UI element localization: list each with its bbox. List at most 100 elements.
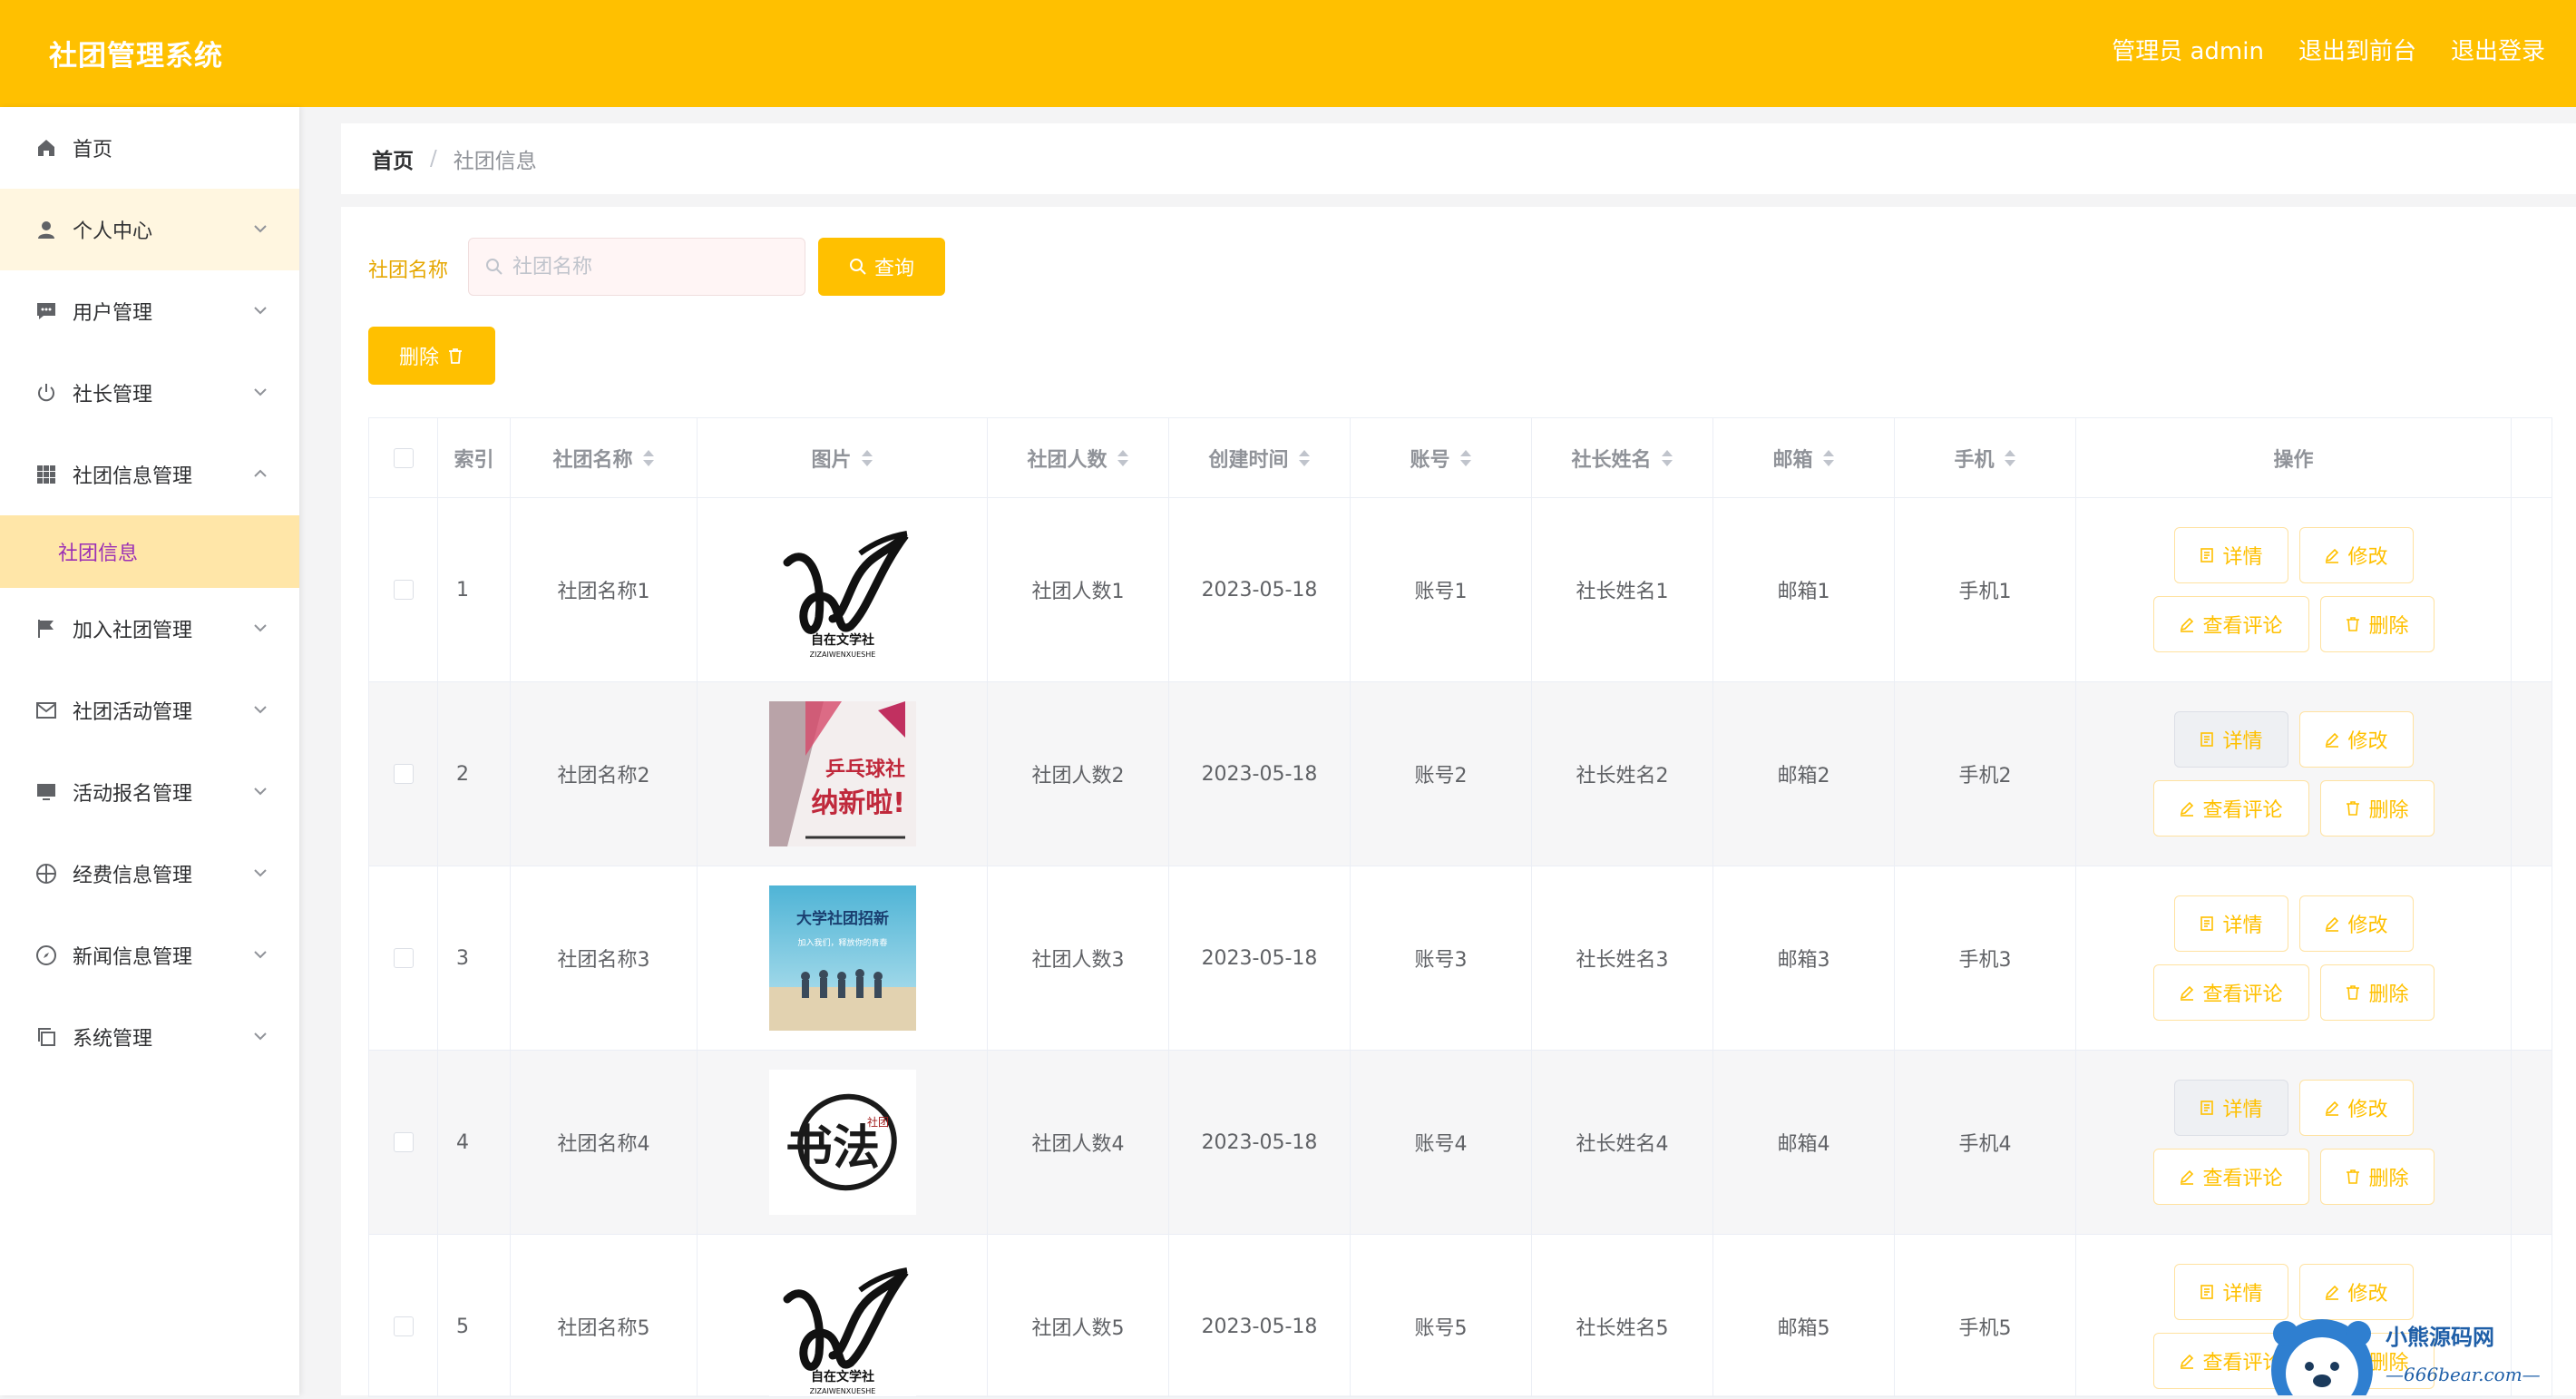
- search-field[interactable]: [468, 238, 805, 296]
- sidebar-subitem-club-info[interactable]: 社团信息: [0, 515, 299, 588]
- sidebar-item-system-management[interactable]: 系统管理: [0, 996, 299, 1078]
- column-header[interactable]: 创建时间: [1169, 418, 1351, 498]
- app-title: 社团管理系统: [49, 40, 223, 73]
- view-comments-button[interactable]: 查看评论: [2152, 780, 2309, 836]
- column-header[interactable]: 邮箱: [1713, 418, 1895, 498]
- detail-button[interactable]: 详情: [2173, 527, 2288, 583]
- home-icon: [34, 136, 58, 160]
- club-image[interactable]: 自在文学社 ZIZAIWENXUESHE: [768, 1254, 916, 1396]
- edit-label: 修改: [2347, 1099, 2388, 1121]
- column-header[interactable]: 图片: [698, 418, 988, 498]
- watermark-url: —666bear.com—: [2386, 1364, 2541, 1385]
- search-input[interactable]: [512, 255, 785, 279]
- image-cell: 书法 社团: [698, 1051, 988, 1234]
- sidebar-item-personal-center[interactable]: 个人中心: [0, 189, 299, 270]
- view-comments-label: 查看评论: [2202, 615, 2283, 638]
- leader-cell: 社长姓名4: [1532, 1051, 1713, 1234]
- delete-row-button[interactable]: 删除: [2319, 596, 2435, 652]
- column-header-label: 创建时间: [1208, 449, 1289, 472]
- detail-button[interactable]: 详情: [2173, 711, 2288, 768]
- sidebar-item-club-info-management[interactable]: 社团信息管理: [0, 434, 299, 515]
- search-button[interactable]: 查询: [818, 238, 945, 296]
- club-image[interactable]: 大学社团招新 加入我们，释放你的青春: [768, 885, 916, 1031]
- sidebar-item-home[interactable]: 首页: [0, 107, 299, 189]
- row-checkbox[interactable]: [393, 1316, 414, 1336]
- sidebar-item-label: 社长管理: [73, 384, 153, 406]
- edit-label: 修改: [2347, 915, 2388, 937]
- breadcrumb-home[interactable]: 首页: [372, 143, 414, 174]
- sidebar-item-club-activity-management[interactable]: 社团活动管理: [0, 670, 299, 751]
- edit-button[interactable]: 修改: [2298, 711, 2414, 768]
- row-checkbox[interactable]: [393, 764, 414, 784]
- exit-to-front-link[interactable]: 退出到前台: [2298, 33, 2416, 66]
- monitor-icon: [34, 780, 58, 804]
- detail-button[interactable]: 详情: [2173, 1264, 2288, 1320]
- sidebar-item-activity-signup-management[interactable]: 活动报名管理: [0, 751, 299, 833]
- delete-label: 删除: [2368, 799, 2409, 822]
- count-cell: 社团人数2: [988, 682, 1169, 866]
- select-all-checkbox[interactable]: [393, 448, 414, 468]
- account-cell: 账号1: [1351, 498, 1532, 681]
- sidebar-item-join-club-management[interactable]: 加入社团管理: [0, 588, 299, 670]
- delete-label: 删除: [2368, 615, 2409, 638]
- delete-label: 删除: [2368, 983, 2409, 1006]
- row-checkbox[interactable]: [393, 1132, 414, 1152]
- edit-button[interactable]: 修改: [2298, 1080, 2414, 1136]
- search-button-label: 查询: [873, 258, 914, 280]
- aperture-icon: [34, 862, 58, 885]
- column-header[interactable]: 社团名称: [511, 418, 698, 498]
- row-checkbox[interactable]: [393, 580, 414, 600]
- bulk-delete-button[interactable]: 删除: [368, 327, 495, 385]
- watermark: 小熊源码网 —666bear.com—: [2259, 1314, 2576, 1399]
- delete-row-button[interactable]: 删除: [2319, 964, 2435, 1021]
- email-cell: 邮箱2: [1713, 682, 1895, 866]
- club-image[interactable]: 自在文学社 ZIZAIWENXUESHE: [768, 517, 916, 662]
- view-comments-label: 查看评论: [2202, 983, 2283, 1006]
- view-comments-button[interactable]: 查看评论: [2152, 596, 2309, 652]
- column-header[interactable]: 账号: [1351, 418, 1532, 498]
- sort-icon[interactable]: [642, 449, 655, 467]
- index-cell: 2: [438, 682, 511, 866]
- edit-button[interactable]: 修改: [2298, 1264, 2414, 1320]
- sort-icon[interactable]: [1661, 449, 1673, 467]
- logout-link[interactable]: 退出登录: [2451, 33, 2545, 66]
- sidebar-item-news-management[interactable]: 新闻信息管理: [0, 915, 299, 996]
- image-cell: 自在文学社 ZIZAIWENXUESHE: [698, 1235, 988, 1396]
- sort-icon[interactable]: [2004, 449, 2016, 467]
- column-header[interactable]: 手机: [1895, 418, 2076, 498]
- detail-button[interactable]: 详情: [2173, 895, 2288, 952]
- delete-row-button[interactable]: 删除: [2319, 1149, 2435, 1205]
- sidebar-item-president-management[interactable]: 社长管理: [0, 352, 299, 434]
- club-image[interactable]: 书法 社团: [768, 1070, 916, 1215]
- sidebar-item-funds-management[interactable]: 经费信息管理: [0, 833, 299, 915]
- select-cell: [369, 1235, 438, 1396]
- sort-icon[interactable]: [1117, 449, 1129, 467]
- name-cell: 社团名称5: [511, 1235, 698, 1396]
- sort-icon[interactable]: [1822, 449, 1835, 467]
- edit-icon: [2181, 985, 2194, 1001]
- view-comments-button[interactable]: 查看评论: [2152, 1149, 2309, 1205]
- view-comments-button[interactable]: 查看评论: [2152, 964, 2309, 1021]
- admin-user-link[interactable]: 管理员 admin: [2112, 33, 2264, 66]
- edit-button[interactable]: 修改: [2298, 527, 2414, 583]
- select-cell: [369, 866, 438, 1050]
- action-line: 详情 修改: [2173, 527, 2414, 583]
- chevron-down-icon: [252, 383, 268, 399]
- sidebar-item-label: 社团活动管理: [73, 701, 193, 724]
- detail-label: 详情: [2222, 546, 2263, 569]
- index-cell: 3: [438, 866, 511, 1050]
- detail-button[interactable]: 详情: [2173, 1080, 2288, 1136]
- image-subcaption: ZIZAIWENXUESHE: [809, 1387, 875, 1395]
- sidebar-item-label: 首页: [73, 139, 113, 161]
- delete-row-button[interactable]: 删除: [2319, 780, 2435, 836]
- column-header[interactable]: 社团人数: [988, 418, 1169, 498]
- sort-icon[interactable]: [861, 449, 873, 467]
- sidebar-item-user-management[interactable]: 用户管理: [0, 270, 299, 352]
- club-image[interactable]: 乒乓球社 纳新啦!: [768, 701, 916, 846]
- table-row: 1 社团名称1 自在文学社 ZIZAIWENXUESHE 社团人数1 2023-05-18…: [369, 498, 2552, 682]
- column-header[interactable]: 社长姓名: [1532, 418, 1713, 498]
- row-checkbox[interactable]: [393, 948, 414, 968]
- sort-icon[interactable]: [1298, 449, 1311, 467]
- edit-button[interactable]: 修改: [2298, 895, 2414, 952]
- sort-icon[interactable]: [1459, 449, 1472, 467]
